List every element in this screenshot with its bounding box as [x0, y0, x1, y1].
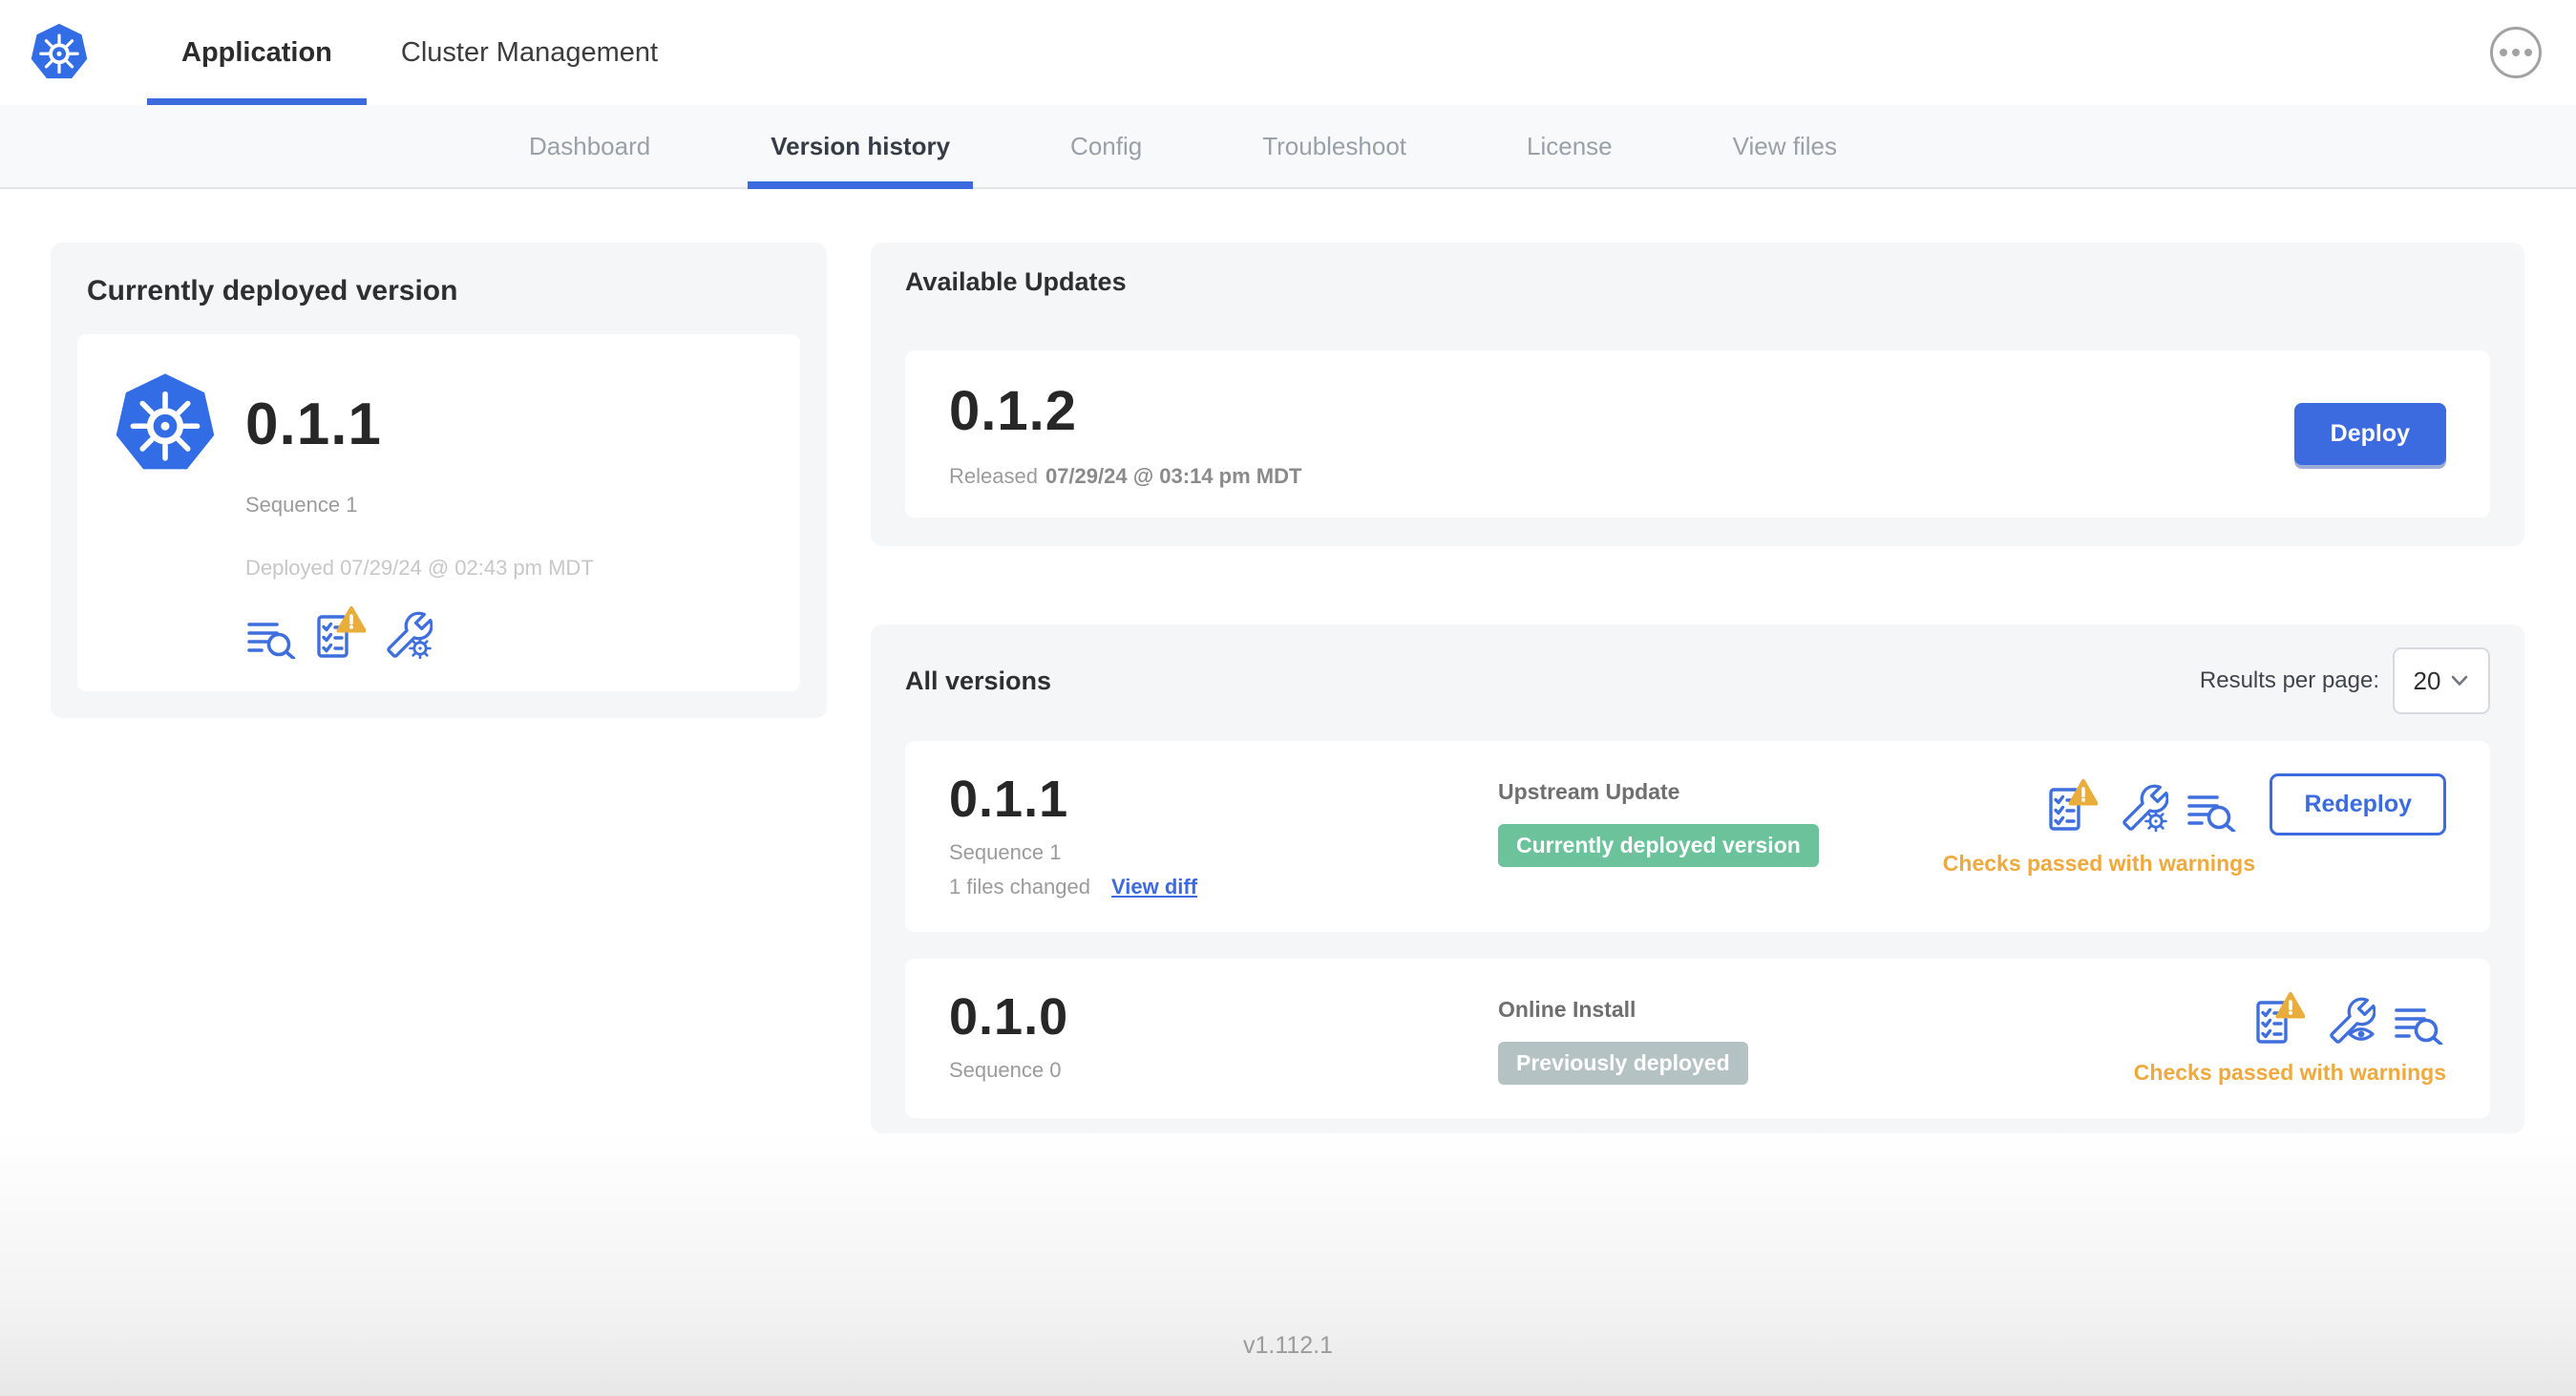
subnav-tab-version-history[interactable]: Version history	[748, 105, 973, 189]
row-sequence-label: Sequence 1	[949, 840, 1062, 864]
results-per-page-label: Results per page:	[2199, 667, 2379, 693]
all-versions-title: All versions	[905, 666, 1052, 695]
current-version-column: Currently deployed version 0.1.1 Sequenc…	[51, 243, 827, 718]
row-action-icons	[2251, 991, 2446, 1045]
top-header: Application Cluster Management	[0, 0, 2576, 105]
ellipsis-dot	[2524, 49, 2532, 56]
version-row-info: 0.1.0 Sequence 0	[949, 991, 1498, 1083]
currently-deployed-card: 0.1.1 Sequence 1 Deployed 07/29/24 @ 02:…	[77, 334, 800, 691]
admin-console-page: Application Cluster Management Dashboard…	[0, 0, 2576, 1396]
deploy-button[interactable]: Deploy	[2293, 403, 2446, 465]
current-version-row: 0.1.1	[112, 370, 766, 477]
row-sequence-label: Sequence 0	[949, 1058, 1062, 1082]
diff-lines-magnifier-icon[interactable]	[2185, 778, 2239, 832]
page-footer: v1.112.1	[0, 1133, 2576, 1396]
currently-deployed-title: Currently deployed version	[87, 275, 458, 307]
current-deployed-timestamp: Deployed 07/29/24 @ 02:43 pm MDT	[245, 556, 594, 580]
subnav-tab-troubleshoot[interactable]: Troubleshoot	[1239, 105, 1429, 187]
available-update-card: 0.1.2 Released 07/29/24 @ 03:14 pm MDT De…	[905, 350, 2490, 518]
all-versions-header: All versions Results per page: 20	[905, 647, 2490, 714]
main-content: Currently deployed version 0.1.1 Sequenc…	[0, 189, 2576, 1133]
subnav-tab-label: Version history	[771, 131, 951, 160]
checks-status-text: Checks passed with warnings	[1942, 851, 2255, 876]
released-prefix: Released	[949, 464, 1038, 488]
chevron-down-icon	[2452, 675, 2468, 686]
version-row-info: 0.1.1 Sequence 1 1 files changed View di…	[949, 773, 1498, 899]
subnav-tab-config[interactable]: Config	[1047, 105, 1165, 187]
available-updates-panel: Available Updates 0.1.2 Released 07/29/24…	[871, 243, 2524, 546]
current-version-number: 0.1.1	[245, 391, 382, 457]
available-updates-title: Available Updates	[905, 267, 1127, 296]
subnav-tab-label: License	[1527, 131, 1613, 160]
console-version-label: v1.112.1	[1242, 1332, 1334, 1359]
row-source-label: Online Install	[1498, 997, 1636, 1022]
redeploy-button[interactable]: Redeploy	[2270, 773, 2446, 835]
subnav-tab-label: Config	[1070, 131, 1143, 160]
subnav-tab-dashboard[interactable]: Dashboard	[506, 105, 673, 187]
subnav-tab-view-files[interactable]: View files	[1710, 105, 1860, 187]
tab-cluster-management-label: Cluster Management	[400, 36, 659, 68]
kubernetes-logo-icon	[112, 370, 219, 477]
current-version-actions	[245, 605, 766, 659]
current-version-meta: Sequence 1 Deployed 07/29/24 @ 02:43 pm …	[245, 493, 766, 659]
wrench-eye-icon[interactable]	[2322, 991, 2375, 1045]
wrench-gear-icon[interactable]	[379, 605, 433, 659]
preflight-checklist-warning-icon[interactable]	[2251, 991, 2305, 1045]
header-spacer	[692, 0, 2490, 105]
subnav-tab-license[interactable]: License	[1504, 105, 1636, 187]
app-logo	[29, 0, 90, 105]
ellipsis-menu-button[interactable]	[2490, 27, 2542, 78]
deployed-status-badge: Previously deployed	[1498, 1042, 1748, 1085]
all-versions-panel: All versions Results per page: 20 0.1.1 …	[871, 624, 2524, 1133]
kubernetes-logo-icon	[29, 22, 90, 80]
available-version-number: 0.1.2	[949, 380, 1077, 442]
tab-application-label: Application	[181, 36, 332, 68]
tab-application[interactable]: Application	[147, 0, 367, 105]
currently-deployed-panel: Currently deployed version 0.1.1 Sequenc…	[51, 243, 827, 718]
files-changed-label: 1 files changed	[949, 875, 1090, 899]
preflight-checklist-warning-icon[interactable]	[2044, 778, 2098, 832]
checks-status-text: Checks passed with warnings	[2133, 1060, 2446, 1085]
row-source-label: Upstream Update	[1498, 779, 1680, 804]
row-files-changed: 1 files changed View diff	[949, 875, 1498, 899]
diff-lines-magnifier-icon[interactable]	[245, 605, 299, 659]
ellipsis-dot	[2500, 49, 2507, 56]
ellipsis-dot	[2512, 49, 2520, 56]
version-row-actions: Redeploy Checks passed with warnings	[1943, 773, 2446, 877]
row-version-number: 0.1.0	[949, 988, 1069, 1046]
subnav-tab-label: Troubleshoot	[1262, 131, 1406, 160]
versions-column: Available Updates 0.1.2 Released 07/29/24…	[871, 243, 2524, 1133]
app-subnav: Dashboard Version history Config Trouble…	[0, 105, 2576, 189]
version-row-source: Online Install Previously deployed	[1498, 991, 2134, 1085]
version-row-actions: Checks passed with warnings	[2134, 991, 2446, 1086]
subnav-tab-label: View files	[1732, 131, 1837, 160]
diff-lines-magnifier-icon[interactable]	[2393, 991, 2446, 1045]
tab-cluster-management[interactable]: Cluster Management	[367, 0, 692, 105]
preflight-checklist-warning-icon[interactable]	[312, 605, 366, 659]
subnav-tab-label: Dashboard	[529, 131, 651, 160]
available-released-line: Released 07/29/24 @ 03:14 pm MDT	[949, 464, 1301, 489]
version-row-source: Upstream Update Currently deployed versi…	[1498, 773, 1943, 867]
row-action-icons: Redeploy	[2044, 773, 2446, 835]
row-version-number: 0.1.1	[949, 771, 1069, 828]
released-date: 07/29/24 @ 03:14 pm MDT	[1045, 464, 1302, 488]
results-per-page-value: 20	[2413, 666, 2441, 695]
version-row-0-1-0: 0.1.0 Sequence 0 Online Install Previous…	[905, 959, 2490, 1118]
results-per-page-select[interactable]: 20	[2393, 647, 2490, 714]
current-sequence-label: Sequence 1	[245, 493, 358, 517]
available-update-info: 0.1.2 Released 07/29/24 @ 03:14 pm MDT	[949, 379, 1301, 489]
wrench-gear-icon[interactable]	[2115, 778, 2168, 832]
version-row-0-1-1: 0.1.1 Sequence 1 1 files changed View di…	[905, 741, 2490, 932]
deployed-status-badge: Currently deployed version	[1498, 824, 1819, 867]
view-diff-link[interactable]: View diff	[1111, 875, 1197, 899]
